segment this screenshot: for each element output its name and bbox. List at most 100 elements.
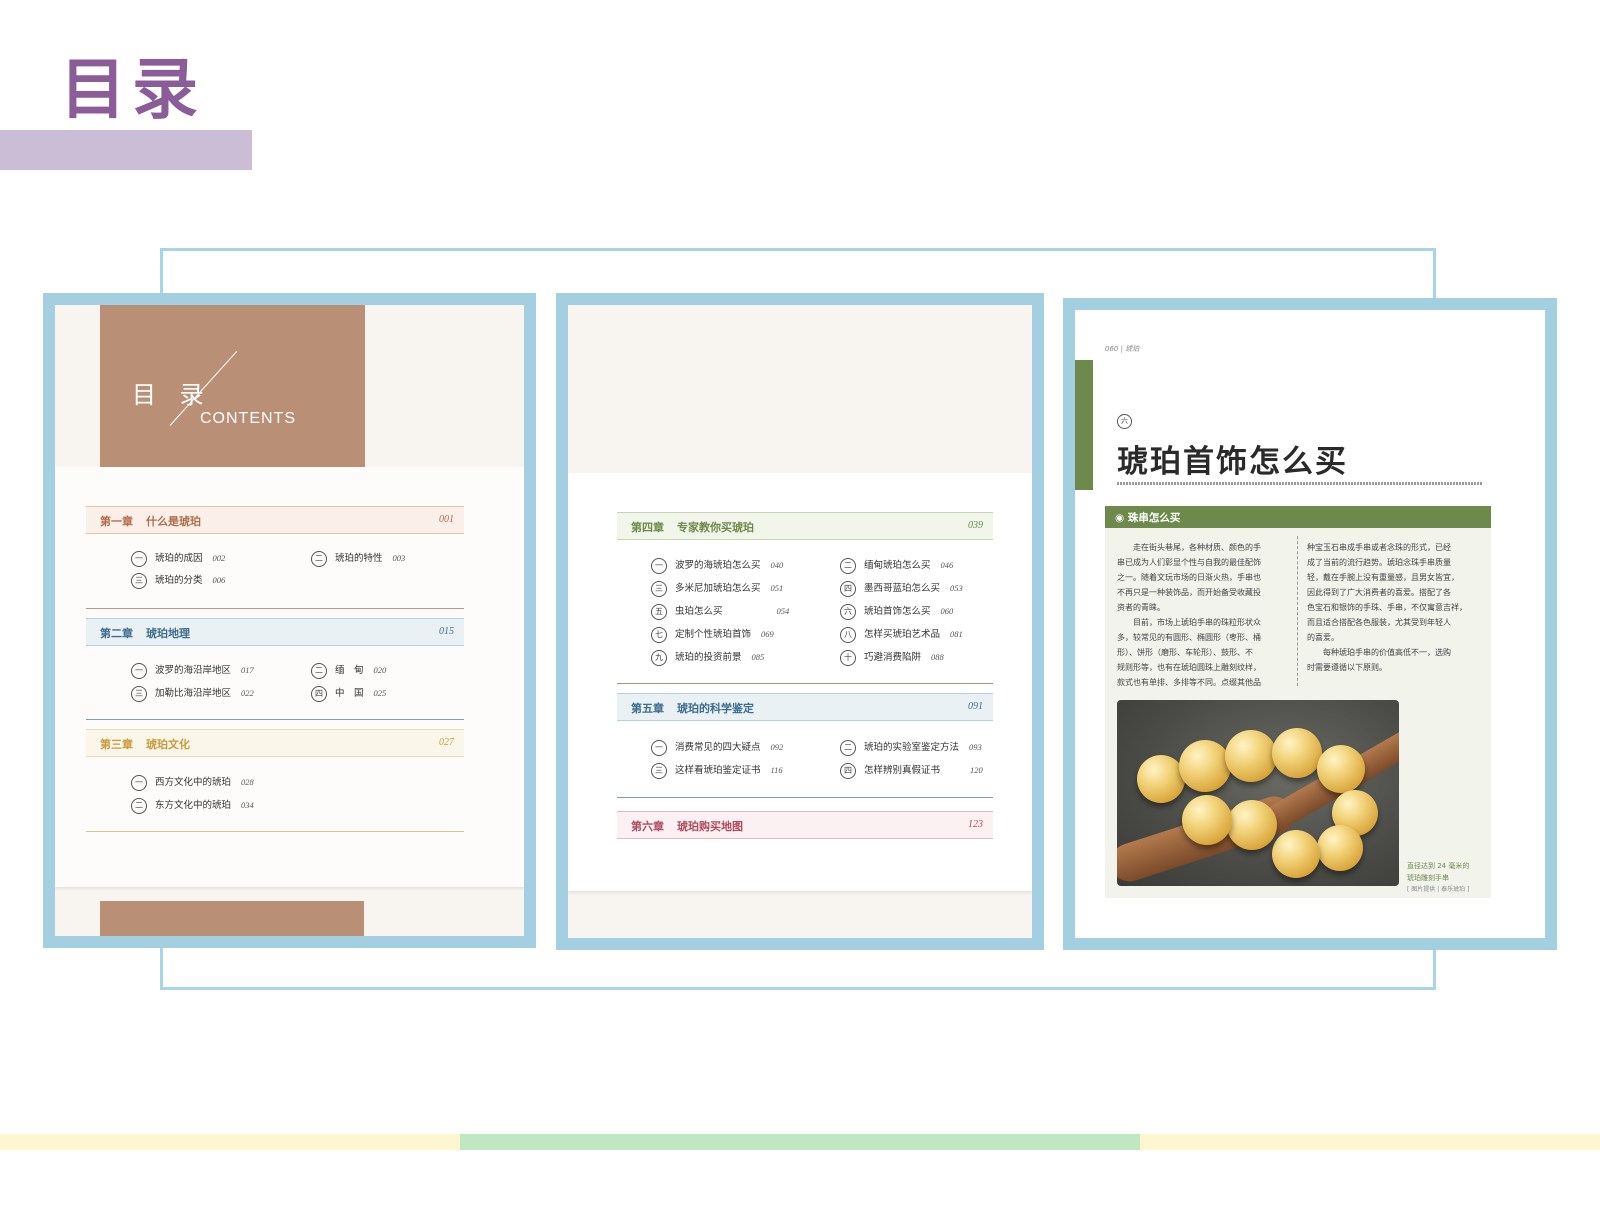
amber-bead [1317,745,1365,793]
chapter-page: 015 [439,626,454,637]
chapter-page: 027 [439,737,454,748]
toc-item-label: 东方文化中的琥珀 [155,800,232,811]
toc-item-label: 缅 甸 [335,665,364,676]
text-line: 轻，戴在手腕上没有重量感，且男女皆宜， [1307,573,1459,582]
column-divider [1297,536,1298,686]
toc-item-page: 088 [931,652,944,662]
toc-item: 一琥珀的成因 002 [131,550,225,567]
toc-item: 三这样看琥珀鉴定证书 116 [651,762,783,779]
toc-item-label: 虫珀怎么买 [675,606,723,617]
toc-item-label: 怎样买琥珀艺术品 [864,629,941,640]
chapter-header: 第五章 琥珀的科学鉴定 091 [617,693,993,721]
text-line: 而且适合搭配各色服装，尤其受到年轻人 [1307,618,1451,627]
bottom-stripe-right [1140,1134,1600,1150]
toc-item: 一波罗的海琥珀怎么买 040 [651,557,783,574]
chapter-rule [86,719,464,720]
text-line: 多，较常见的有圆形、椭圆形（枣形、桶 [1117,633,1261,642]
toc-item: 一波罗的海沿岸地区 017 [131,662,254,679]
numeral-mark: 二 [311,662,327,679]
sample-page: 060 | 琥珀 六 琥珀首饰怎么买 ◉ 珠串怎么买 走在街头巷尾，各种材质、颜… [1063,298,1557,950]
text-line: 之一。随着文玩市场的日渐火热，手串也 [1117,573,1261,582]
toc-item-label: 波罗的海沿岸地区 [155,665,232,676]
toc-item-page: 034 [241,800,254,810]
page-title: 目录 [60,51,204,128]
text-line: 资者的青睐。 [1117,603,1165,612]
chapter-name: 琥珀购买地图 [677,820,743,833]
amber-bead [1317,825,1363,871]
toc-item: 十巧避消费陷阱 088 [840,649,944,666]
toc-item-page: 017 [241,665,254,675]
text-line: 走在街头巷尾，各种材质、颜色的手 [1133,543,1261,552]
toc-item-page: 040 [770,560,784,570]
toc-item-label: 中 国 [335,688,364,699]
toc-item: 二琥珀的实验室鉴定方法 093 [840,739,982,756]
chapter-name: 什么是琥珀 [146,515,201,528]
text-line: 目前，市场上琥珀手串的珠粒形状众 [1133,618,1261,627]
toc-item-page: 081 [950,629,963,639]
toc-item-label: 琥珀首饰怎么买 [864,606,931,617]
toc-item-page: 054 [776,606,790,616]
toc-item: 二缅 甸 020 [311,662,386,679]
chapter-header: 第四章 专家教你买琥珀 039 [617,512,993,540]
photo-caption: 直径达到 24 毫米的 琥珀雕刻手串 [ 图片提供 | 泰乐琥珀 ] [1407,860,1469,896]
chapter-number: 第四章 [631,521,664,534]
toc-item: 三多米尼加琥珀怎么买 051 [651,580,783,597]
text-line: 形）、饼形（磨形、车轮形）、鼓形、不 [1117,648,1253,657]
text-column-2: 种宝玉石串成手串或者念珠的形式，已经 成了当前的流行趋势。琥珀念珠手串质量 轻，… [1307,540,1487,675]
running-header: 060 | 琥珀 [1105,345,1140,353]
amber-bead [1272,728,1322,778]
text-line: 不再只是一种装饰品，而开始备受收藏投 [1117,588,1261,597]
chapter-name: 琥珀文化 [146,738,190,751]
toc-item-page: 006 [212,575,226,585]
chapter-header: 第一章 什么是琥珀 001 [86,506,464,534]
toc-item-page: 093 [969,742,982,752]
text-line: 种宝玉石串成手串或者念珠的形式，已经 [1307,543,1451,552]
toc-item: 四中 国 025 [311,685,386,702]
numeral-mark: 一 [131,550,147,567]
toc-item: 一西方文化中的琥珀 028 [131,774,254,791]
amber-bead [1179,740,1231,792]
bottom-stripe-left [0,1134,460,1150]
numeral-mark: 一 [131,662,147,679]
chapter-page: 039 [968,520,983,531]
caption-line: 直径达到 24 毫米的 [1407,862,1470,870]
toc-item-page: 003 [392,553,406,563]
toc-item: 六琥珀首饰怎么买 060 [840,603,953,620]
toc-item-page: 085 [751,652,765,662]
text-line: 色宝石和银饰的手珠、手串，不仅寓意吉祥， [1307,603,1467,612]
toc-item-label: 琥珀的投资前景 [675,652,742,663]
toc-item: 八怎样买琥珀艺术品 081 [840,626,963,643]
section-title: 琥珀首饰怎么买 [1117,444,1348,480]
toc-item-label: 怎样辨别真假证书 [864,765,941,776]
numeral-mark: 三 [131,685,147,702]
toc-item-label: 这样看琥珀鉴定证书 [675,765,761,776]
toc-item-label: 缅甸琥珀怎么买 [864,560,931,571]
toc-item-label: 消费常见的四大疑点 [675,742,761,753]
numeral-mark: 二 [131,797,147,814]
numeral-mark: 三 [131,572,147,589]
amber-bead [1182,795,1232,845]
toc-item-page: 053 [950,583,963,593]
numeral-mark: 八 [840,626,856,643]
toc-item: 二琥珀的特性 003 [311,550,405,567]
side-accent-bar [1075,360,1093,490]
title-underline-bar [0,130,252,170]
toc-item: 二缅甸琥珀怎么买 046 [840,557,953,574]
chapter-rule [617,683,993,684]
text-line: 成了当前的流行趋势。琥珀念珠手串质量 [1307,558,1451,567]
toc-item: 一消费常见的四大疑点 092 [651,739,783,756]
text-column-1: 走在街头巷尾，各种材质、颜色的手 串已成为人们彰显个性与自我的最佳配饰 之一。随… [1117,540,1293,690]
toc-item-label: 定制个性琥珀首饰 [675,629,752,640]
toc-item-label: 琥珀的分类 [155,575,203,586]
toc-item: 二东方文化中的琥珀 034 [131,797,254,814]
chapter-header: 第二章 琥珀地理 015 [86,618,464,646]
amber-bead [1225,730,1277,782]
toc-item: 七定制个性琥珀首饰 069 [651,626,774,643]
chapter-header: 第六章 琥珀购买地图 123 [617,811,993,839]
numeral-mark: 九 [651,649,667,666]
chapter-page: 001 [439,514,454,525]
toc-item-page: 060 [940,606,954,616]
text-line: 串已成为人们彰显个性与自我的最佳配饰 [1117,558,1261,567]
dotted-rule [1117,482,1483,485]
amber-bracelet-photo [1117,700,1399,886]
